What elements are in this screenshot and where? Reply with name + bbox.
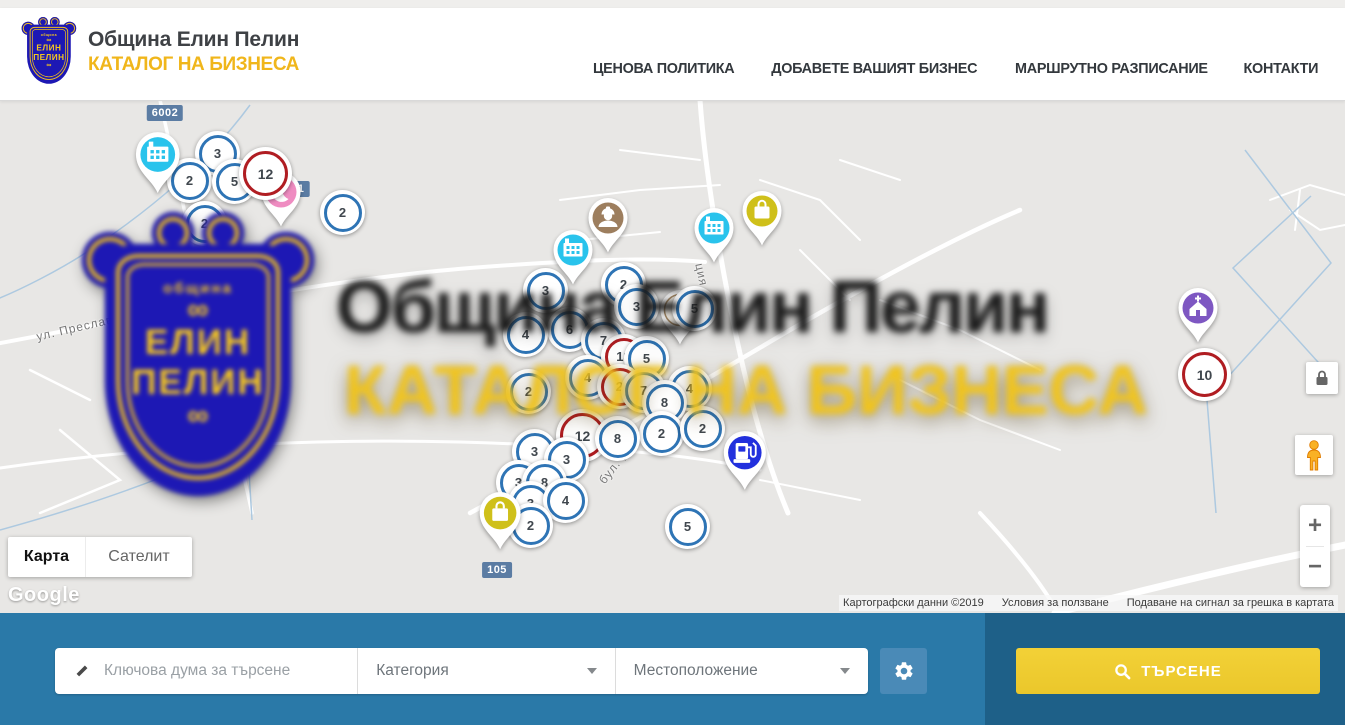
advanced-settings-button[interactable]: [880, 648, 927, 694]
crest-name-line2: ПЕЛИН: [131, 363, 265, 403]
site-title: Община Елин Пелин: [88, 28, 299, 52]
site-subtitle: КАТАЛОГ НА БИЗНЕСА: [88, 54, 299, 76]
street-view-pegman-button[interactable]: [1295, 435, 1333, 475]
road-number-badge: 6002: [147, 105, 183, 121]
chevron-down-icon: [587, 668, 597, 674]
attribution-map-data: Картографски данни ©2019: [843, 597, 984, 609]
map-cluster-marker[interactable]: 10: [1178, 348, 1231, 401]
bag-pin-marker[interactable]: [476, 491, 524, 556]
search-button-label: ТЪРСЕНЕ: [1141, 663, 1222, 680]
crest-ornament: ∞: [187, 403, 208, 429]
crest-ornament: ∞: [46, 62, 51, 68]
nav-contacts[interactable]: КОНТАКТИ: [1244, 60, 1319, 77]
attribution-terms-link[interactable]: Условия за ползване: [1002, 597, 1109, 609]
fuel-pin-marker[interactable]: [720, 430, 770, 497]
crest-text: община ∞ ЕЛИН ПЕЛИН ∞: [105, 280, 291, 429]
map-cluster-marker[interactable]: 2: [680, 406, 725, 451]
keyword-field[interactable]: [55, 648, 358, 694]
main-nav: ЦЕНОВА ПОЛИТИКА ДОБАВЕТЕ ВАШИЯТ БИЗНЕС М…: [590, 60, 1320, 77]
building-pin-marker[interactable]: [132, 131, 184, 200]
search-bar: Категория Местоположение ТЪРСЕНЕ: [0, 613, 1345, 725]
crest-body: община ∞ ЕЛИН ПЕЛИН ∞: [105, 244, 291, 496]
search-fields: Категория Местоположение: [55, 648, 868, 694]
attribution-report-error-link[interactable]: Подаване на сигнал за грешка в картата: [1127, 597, 1334, 609]
lock-icon: [1314, 369, 1330, 387]
search-button[interactable]: ТЪРСЕНЕ: [1016, 648, 1320, 694]
chevron-down-icon: [840, 668, 850, 674]
window-top-strip: [0, 0, 1345, 8]
map-cluster-marker[interactable]: 5: [672, 286, 717, 331]
category-select-value: Категория: [376, 662, 586, 680]
header: община ∞ ЕЛИН ПЕЛИН ∞ Община Елин Пелин …: [0, 8, 1345, 101]
gear-icon: [893, 660, 915, 682]
google-logo[interactable]: Google: [8, 584, 80, 607]
brand[interactable]: община ∞ ЕЛИН ПЕЛИН ∞ Община Елин Пелин …: [24, 18, 299, 85]
map-attribution: Картографски данни ©2019 Условия за полз…: [839, 595, 1338, 611]
crest-name-line1: ЕЛИН: [36, 43, 61, 52]
zoom-out-button[interactable]: −: [1300, 547, 1330, 587]
map-cluster-marker[interactable]: 12: [239, 147, 292, 200]
crest: община ∞ ЕЛИН ПЕЛИН ∞: [92, 216, 304, 498]
crest-body: община ∞ ЕЛИН ПЕЛИН ∞: [27, 25, 71, 84]
map-cluster-marker[interactable]: 3: [614, 284, 659, 329]
map-type-map-button[interactable]: Карта: [8, 537, 86, 577]
zoom-control: + −: [1300, 505, 1330, 587]
pegman-icon: [1303, 440, 1325, 471]
bag-pin-marker[interactable]: [739, 190, 785, 252]
nav-route-schedule[interactable]: МАРШРУТНО РАЗПИСАНИЕ: [1015, 60, 1208, 77]
watermark-crest: община ∞ ЕЛИН ПЕЛИН ∞: [92, 216, 304, 498]
search-icon: [1114, 663, 1131, 680]
pencil-icon: [73, 663, 90, 680]
location-select[interactable]: Местоположение: [616, 648, 868, 694]
crest: община ∞ ЕЛИН ПЕЛИН ∞: [24, 18, 74, 84]
crest-ornament: ∞: [187, 297, 208, 323]
nav-add-business[interactable]: ДОБАВЕТЕ ВАШИЯТ БИЗНЕС: [771, 60, 977, 77]
lock-button[interactable]: [1306, 362, 1338, 394]
crest-name-line1: ЕЛИН: [145, 323, 251, 363]
road-number-badge: 105: [482, 562, 512, 578]
map-canvas[interactable]: 60021105ул. Преславбул. „Новоселция 3251…: [0, 100, 1345, 613]
map-cluster-marker[interactable]: 2: [320, 190, 365, 235]
church-pin-marker[interactable]: [1175, 287, 1221, 349]
building-pin-marker[interactable]: [691, 207, 737, 269]
category-select[interactable]: Категория: [358, 648, 615, 694]
crest-text: община ∞ ЕЛИН ПЕЛИН ∞: [27, 33, 71, 68]
municipality-logo: община ∞ ЕЛИН ПЕЛИН ∞: [24, 18, 74, 85]
keyword-input[interactable]: [102, 661, 357, 681]
map-cluster-marker[interactable]: 5: [665, 504, 710, 549]
brand-text: Община Елин Пелин КАТАЛОГ НА БИЗНЕСА: [88, 28, 299, 76]
map-cluster-marker[interactable]: 4: [503, 312, 548, 357]
map-type-satellite-button[interactable]: Сателит: [86, 537, 192, 577]
map-cluster-marker[interactable]: 2: [506, 369, 551, 414]
map-cluster-marker[interactable]: 2: [639, 411, 684, 456]
page: община ∞ ЕЛИН ПЕЛИН ∞ Община Елин Пелин …: [0, 0, 1345, 725]
map-type-control: Карта Сателит: [8, 537, 192, 577]
nav-pricing-policy[interactable]: ЦЕНОВА ПОЛИТИКА: [593, 60, 734, 77]
building-pin-marker[interactable]: [550, 229, 596, 291]
map-cluster-marker[interactable]: 8: [595, 416, 640, 461]
location-select-value: Местоположение: [634, 662, 840, 680]
zoom-in-button[interactable]: +: [1300, 506, 1330, 546]
